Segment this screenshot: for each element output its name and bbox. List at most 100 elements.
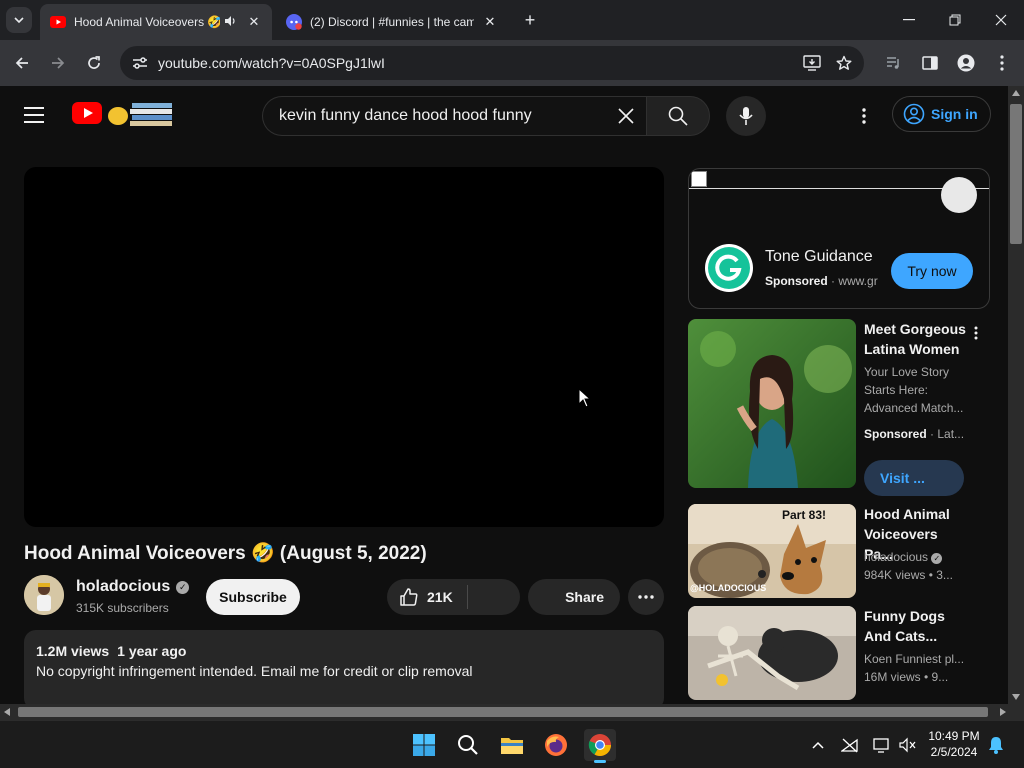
clear-search-icon[interactable] [606,96,646,136]
tab-search-button[interactable] [6,7,32,33]
browser-toolbar: youtube.com/watch?v=0A0SPgJ1lwI [0,40,1024,86]
windows-taskbar: 10:49 PM 2/5/2024 [0,720,1024,768]
verified-check-icon: ✓ [931,553,943,564]
display-icon[interactable] [872,735,892,755]
network-disconnected-icon[interactable] [840,735,860,755]
site-info-icon[interactable] [128,51,152,75]
media-control-icon[interactable] [882,51,906,75]
horizontal-scroll-thumb[interactable] [18,707,988,717]
url-text: youtube.com/watch?v=0A0SPgJ1lwI [158,55,385,71]
scroll-down-arrow-icon[interactable] [1012,694,1020,700]
install-app-icon[interactable] [800,51,824,75]
search-icon [668,106,688,126]
tab-youtube[interactable]: Hood Animal Voiceovers 🤣 ✕ [40,4,272,40]
thumbs-up-icon [400,588,418,606]
notification-bell-icon[interactable] [986,735,1006,755]
upload-age: 1 year ago [117,643,187,659]
channel-name-text: holadocious [76,578,171,595]
recommendation-menu-icon[interactable] [970,323,982,343]
visit-site-button[interactable]: Visit ... [864,460,964,496]
ad-domain: www.gr [838,274,878,288]
recommendation-meta-text: · Lat... [930,427,965,441]
video-description[interactable]: 1.2M views 1 year ago No copyright infrin… [24,630,664,710]
bookmark-star-icon[interactable] [832,51,856,75]
view-count-and-date: 1.2M views 1 year ago [36,643,652,659]
close-window-icon[interactable] [987,8,1015,32]
sign-in-button[interactable]: Sign in [892,96,991,132]
tab-title: Hood Animal Voiceovers 🤣 [74,15,220,29]
recommendation-item[interactable]: Meet Gorgeous Latina Women Your Love Sto… [688,319,984,496]
like-dislike-group: 21K [387,579,520,615]
discord-favicon-icon [286,14,302,30]
voice-search-button[interactable] [726,96,766,136]
recommendation-thumbnail[interactable] [688,319,856,488]
settings-menu-icon[interactable] [852,104,876,128]
doodle-logo-icon[interactable] [104,98,174,128]
close-tab-icon[interactable]: ✕ [246,14,262,30]
side-panel-icon[interactable] [918,51,942,75]
search-button[interactable] [646,96,710,136]
address-bar[interactable]: youtube.com/watch?v=0A0SPgJ1lwI [120,46,864,80]
more-actions-button[interactable] [628,579,664,615]
search-input[interactable]: kevin funny dance hood hood funny [262,96,646,136]
video-title: Hood Animal Voiceovers 🤣 (August 5, 2022… [24,543,427,564]
recommendation-channel: Koen Funniest pl... [864,652,965,666]
recommendation-thumbnail[interactable] [688,606,856,700]
youtube-favicon-icon [50,14,66,30]
recommendation-channel: holadocious ✓ [864,550,974,564]
tab-discord[interactable]: (2) Discord | #funnies | the camp ✕ [276,4,508,40]
sponsored-label: Sponsored [864,427,927,441]
video-player[interactable] [24,167,664,527]
vertical-scrollbar[interactable] [1008,86,1024,704]
scroll-left-arrow-icon[interactable] [4,708,10,716]
dislike-button[interactable] [468,579,520,615]
ad-avatar-placeholder [941,177,977,213]
guide-menu-icon[interactable] [24,104,48,124]
ad-sponsor-line: Sponsored · www.gr [765,274,878,288]
recommendation-title[interactable]: Meet Gorgeous Latina Women [864,319,966,359]
broken-image-icon [691,171,707,187]
scroll-up-arrow-icon[interactable] [1012,90,1020,96]
tab-title: (2) Discord | #funnies | the camp [310,15,474,29]
close-tab-icon[interactable]: ✕ [482,14,498,30]
scroll-right-arrow-icon[interactable] [1000,708,1006,716]
start-windows-icon[interactable] [408,729,440,761]
like-count: 21K [427,589,453,605]
recommendation-item[interactable]: Part 83! @HOLADOCIOUS Hood Animal Voiceo… [688,504,984,599]
new-tab-plus-icon[interactable]: + [518,9,542,33]
like-button[interactable]: 21K [387,579,467,615]
horizontal-scrollbar[interactable] [0,704,1024,720]
sponsored-ad-card[interactable]: Tone Guidance Sponsored · www.gr Try now [688,168,990,309]
youtube-logo[interactable] [72,102,102,124]
vertical-scroll-thumb[interactable] [1010,104,1022,244]
try-now-button[interactable]: Try now [891,253,973,289]
restore-icon[interactable] [941,8,969,32]
recommendation-title[interactable]: Funny Dogs And Cats... [864,606,966,646]
channel-name-text: holadocious [864,550,929,564]
taskbar-search-icon[interactable] [452,729,484,761]
back-arrow-icon[interactable] [10,51,34,75]
forward-arrow-icon[interactable] [46,51,70,75]
subscribe-button[interactable]: Subscribe [206,579,300,615]
volume-muted-icon[interactable] [898,735,918,755]
file-explorer-icon[interactable] [496,729,528,761]
browser-menu-icon[interactable] [990,51,1014,75]
subscriber-count: 315K subscribers [76,601,169,615]
profile-icon[interactable] [954,51,978,75]
minimize-icon[interactable] [895,8,923,32]
channel-name[interactable]: holadocious ✓ [76,578,190,596]
share-label: Share [565,589,604,605]
reload-icon[interactable] [82,51,106,75]
chrome-icon[interactable] [584,729,616,763]
channel-avatar[interactable] [24,575,64,615]
recommendation-item[interactable]: Funny Dogs And Cats... Koen Funniest pl.… [688,606,984,701]
thumbnail-caption-top: Part 83! [782,508,827,522]
recommendation-meta: 16M views • 9... [864,670,949,684]
show-hidden-icons-chevron-icon[interactable] [808,735,828,755]
speaker-icon[interactable] [224,15,238,30]
recommendation-thumbnail[interactable]: Part 83! @HOLADOCIOUS [688,504,856,598]
account-circle-icon [903,103,925,125]
firefox-icon[interactable] [540,729,572,761]
system-clock[interactable]: 10:49 PM 2/5/2024 [922,728,986,760]
share-button[interactable]: Share [528,579,620,615]
